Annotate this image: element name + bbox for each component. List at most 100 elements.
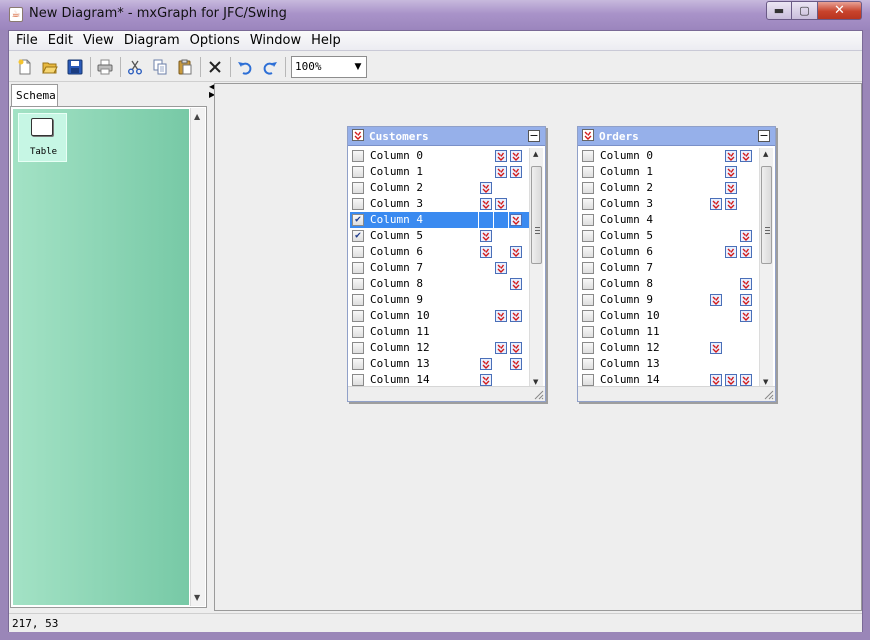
column-checkbox[interactable]: [352, 182, 364, 194]
column-checkbox[interactable]: [352, 198, 364, 210]
chevron-down-icon[interactable]: ▼: [350, 57, 366, 77]
table-column-row[interactable]: Column 12: [350, 340, 532, 356]
key-flag-icon[interactable]: [495, 262, 507, 274]
minimize-icon[interactable]: ▬: [766, 1, 792, 20]
table-column-row[interactable]: Column 7: [580, 260, 762, 276]
maximize-icon[interactable]: ▢: [792, 1, 818, 20]
table-header[interactable]: Customers −: [348, 127, 545, 146]
table-scrollbar[interactable]: ▲ ▼: [759, 148, 773, 388]
tab-schema[interactable]: Schema: [11, 84, 58, 106]
table-scrollbar[interactable]: ▲ ▼: [529, 148, 543, 388]
column-checkbox[interactable]: [582, 310, 594, 322]
key-flag-icon[interactable]: [495, 198, 507, 210]
table-column-row[interactable]: Column 0: [350, 148, 532, 164]
cut-icon[interactable]: [124, 56, 146, 78]
key-flag-icon[interactable]: [740, 230, 752, 242]
column-checkbox[interactable]: [582, 150, 594, 162]
key-flag-icon[interactable]: [480, 230, 492, 242]
column-checkbox[interactable]: [582, 262, 594, 274]
print-icon[interactable]: [94, 56, 116, 78]
column-checkbox[interactable]: [582, 278, 594, 290]
save-icon[interactable]: [64, 56, 86, 78]
column-checkbox[interactable]: [582, 246, 594, 258]
menu-window[interactable]: Window: [245, 33, 306, 48]
column-checkbox[interactable]: [582, 182, 594, 194]
column-checkbox[interactable]: [352, 310, 364, 322]
redo-icon[interactable]: [259, 56, 281, 78]
column-checkbox[interactable]: [582, 294, 594, 306]
scroll-down-arrow-icon[interactable]: ▼: [194, 593, 200, 602]
column-checkbox[interactable]: [352, 262, 364, 274]
key-flag-icon[interactable]: [740, 310, 752, 322]
column-checkbox[interactable]: [582, 230, 594, 242]
table-column-row[interactable]: Column 12: [580, 340, 762, 356]
key-flag-icon[interactable]: [710, 342, 722, 354]
delete-icon[interactable]: [204, 56, 226, 78]
table-column-row[interactable]: Column 3: [580, 196, 762, 212]
table-column-row[interactable]: Column 9: [350, 292, 532, 308]
scroll-up-arrow-icon[interactable]: ▲: [533, 150, 538, 158]
title-bar[interactable]: ☕ New Diagram* - mxGraph for JFC/Swing ▬…: [0, 0, 870, 30]
key-flag-icon[interactable]: [710, 374, 722, 386]
table-column-row[interactable]: Column 1: [350, 164, 532, 180]
scroll-up-arrow-icon[interactable]: ▲: [763, 150, 768, 158]
column-checkbox[interactable]: [352, 294, 364, 306]
table-column-row[interactable]: Column 2: [350, 180, 532, 196]
key-flag-icon[interactable]: [510, 246, 522, 258]
table-header[interactable]: Orders −: [578, 127, 775, 146]
zoom-select[interactable]: 100% ▼: [291, 55, 367, 78]
scroll-up-arrow-icon[interactable]: ▲: [194, 112, 200, 121]
paste-icon[interactable]: [174, 56, 196, 78]
key-flag-icon[interactable]: [480, 182, 492, 194]
key-flag-icon[interactable]: [510, 342, 522, 354]
palette-scrollbar[interactable]: ▲ ▼: [190, 108, 205, 606]
table-column-row[interactable]: Column 0: [580, 148, 762, 164]
table-node-customers[interactable]: Customers − Column 0 Column 1 Column 2 Colu…: [347, 126, 546, 402]
column-checkbox[interactable]: [582, 358, 594, 370]
column-checkbox[interactable]: [352, 150, 364, 162]
key-flag-icon[interactable]: [710, 294, 722, 306]
open-icon[interactable]: [39, 56, 61, 78]
key-flag-icon[interactable]: [510, 358, 522, 370]
key-flag-icon[interactable]: [495, 150, 507, 162]
menu-help[interactable]: Help: [306, 33, 346, 48]
key-flag-icon[interactable]: [495, 166, 507, 178]
key-flag-icon[interactable]: [510, 310, 522, 322]
menu-edit[interactable]: Edit: [43, 33, 78, 48]
key-flag-icon[interactable]: [710, 198, 722, 210]
scrollbar-thumb[interactable]: [531, 166, 542, 264]
column-checkbox[interactable]: [582, 198, 594, 210]
table-column-row[interactable]: Column 7: [350, 260, 532, 276]
key-flag-icon[interactable]: [740, 246, 752, 258]
key-flag-icon[interactable]: [495, 310, 507, 322]
table-node-orders[interactable]: Orders − Column 0 Column 1 Column 2 Column …: [577, 126, 776, 402]
close-icon[interactable]: ✕: [818, 1, 862, 20]
column-checkbox[interactable]: [352, 166, 364, 178]
column-checkbox[interactable]: [582, 166, 594, 178]
key-flag-icon[interactable]: [510, 150, 522, 162]
table-column-row[interactable]: Column 6: [350, 244, 532, 260]
key-flag-icon[interactable]: [740, 150, 752, 162]
key-flag-icon[interactable]: [480, 198, 492, 210]
table-column-row[interactable]: Column 9: [580, 292, 762, 308]
menu-diagram[interactable]: Diagram: [119, 33, 185, 48]
key-flag-icon[interactable]: [510, 166, 522, 178]
menu-options[interactable]: Options: [185, 33, 245, 48]
key-flag-icon[interactable]: [510, 278, 522, 290]
column-checkbox[interactable]: [352, 246, 364, 258]
key-flag-icon[interactable]: [495, 342, 507, 354]
table-column-row[interactable]: ✔ Column 4: [350, 212, 532, 228]
key-flag-icon[interactable]: [725, 374, 737, 386]
resize-grip-icon[interactable]: [762, 388, 774, 400]
column-checkbox[interactable]: [582, 342, 594, 354]
key-flag-icon[interactable]: [725, 182, 737, 194]
column-checkbox[interactable]: [352, 278, 364, 290]
palette-tool-table[interactable]: Table: [18, 113, 67, 162]
column-checkbox[interactable]: [582, 374, 594, 386]
table-column-row[interactable]: Column 8: [580, 276, 762, 292]
java-coffee-cup-icon[interactable]: ☕: [9, 7, 23, 22]
collapse-icon[interactable]: −: [528, 130, 540, 142]
collapse-icon[interactable]: −: [758, 130, 770, 142]
key-flag-icon[interactable]: [480, 358, 492, 370]
table-column-row[interactable]: Column 4: [580, 212, 762, 228]
